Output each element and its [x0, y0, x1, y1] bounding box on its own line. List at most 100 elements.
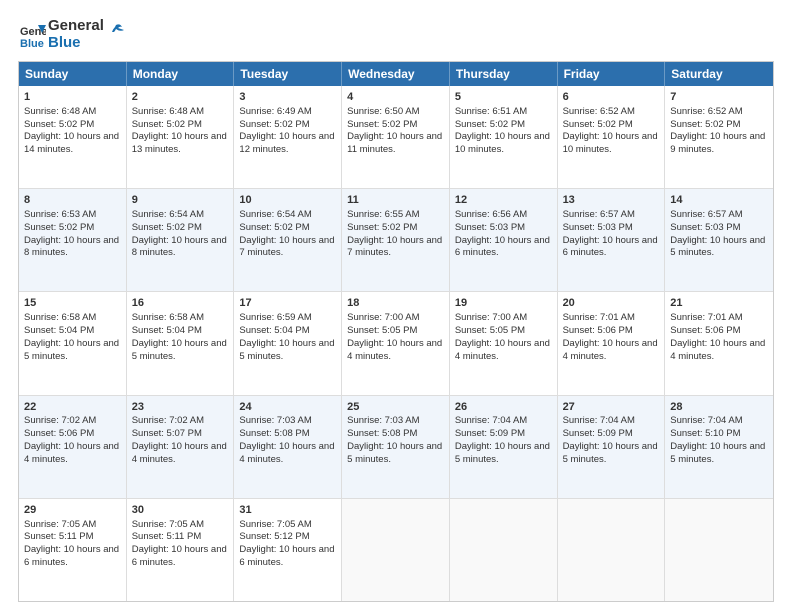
day-info: Sunset: 5:05 PM — [455, 325, 552, 338]
day-info: Sunrise: 7:02 AM — [24, 415, 121, 428]
calendar-cell: 10Sunrise: 6:54 AMSunset: 5:02 PMDayligh… — [234, 189, 342, 291]
day-number: 28 — [670, 400, 768, 415]
day-number: 15 — [24, 296, 121, 311]
calendar-cell: 19Sunrise: 7:00 AMSunset: 5:05 PMDayligh… — [450, 292, 558, 394]
calendar-cell: 20Sunrise: 7:01 AMSunset: 5:06 PMDayligh… — [558, 292, 666, 394]
day-info: Sunset: 5:02 PM — [132, 222, 229, 235]
day-number: 13 — [563, 193, 660, 208]
day-info: Daylight: 10 hours and 6 minutes. — [563, 235, 660, 261]
calendar-cell: 30Sunrise: 7:05 AMSunset: 5:11 PMDayligh… — [127, 499, 235, 601]
day-info: Sunset: 5:08 PM — [347, 428, 444, 441]
day-info: Sunrise: 6:54 AM — [132, 209, 229, 222]
day-info: Daylight: 10 hours and 5 minutes. — [132, 338, 229, 364]
header-day-sunday: Sunday — [19, 62, 127, 86]
day-info: Sunset: 5:03 PM — [455, 222, 552, 235]
day-info: Sunset: 5:05 PM — [347, 325, 444, 338]
calendar-cell: 11Sunrise: 6:55 AMSunset: 5:02 PMDayligh… — [342, 189, 450, 291]
day-number: 5 — [455, 90, 552, 105]
day-info: Sunrise: 6:58 AM — [24, 312, 121, 325]
day-info: Sunset: 5:08 PM — [239, 428, 336, 441]
day-info: Sunrise: 7:01 AM — [563, 312, 660, 325]
calendar-row-2: 8Sunrise: 6:53 AMSunset: 5:02 PMDaylight… — [19, 189, 773, 292]
day-info: Sunset: 5:02 PM — [239, 119, 336, 132]
day-info: Sunrise: 6:57 AM — [670, 209, 768, 222]
header-day-saturday: Saturday — [665, 62, 773, 86]
day-info: Daylight: 10 hours and 6 minutes. — [239, 544, 336, 570]
day-info: Sunrise: 6:57 AM — [563, 209, 660, 222]
day-number: 12 — [455, 193, 552, 208]
day-info: Sunset: 5:02 PM — [239, 222, 336, 235]
day-number: 26 — [455, 400, 552, 415]
day-info: Sunset: 5:11 PM — [24, 531, 121, 544]
calendar-body: 1Sunrise: 6:48 AMSunset: 5:02 PMDaylight… — [19, 86, 773, 601]
calendar-cell: 9Sunrise: 6:54 AMSunset: 5:02 PMDaylight… — [127, 189, 235, 291]
day-number: 4 — [347, 90, 444, 105]
calendar-cell: 17Sunrise: 6:59 AMSunset: 5:04 PMDayligh… — [234, 292, 342, 394]
calendar-cell: 16Sunrise: 6:58 AMSunset: 5:04 PMDayligh… — [127, 292, 235, 394]
day-number: 20 — [563, 296, 660, 311]
day-info: Sunrise: 7:00 AM — [455, 312, 552, 325]
day-info: Sunset: 5:06 PM — [24, 428, 121, 441]
day-number: 23 — [132, 400, 229, 415]
day-info: Daylight: 10 hours and 11 minutes. — [347, 131, 444, 157]
calendar-cell: 4Sunrise: 6:50 AMSunset: 5:02 PMDaylight… — [342, 86, 450, 188]
calendar-cell: 21Sunrise: 7:01 AMSunset: 5:06 PMDayligh… — [665, 292, 773, 394]
calendar-cell — [450, 499, 558, 601]
day-info: Daylight: 10 hours and 6 minutes. — [24, 544, 121, 570]
day-info: Sunrise: 6:59 AM — [239, 312, 336, 325]
day-info: Sunset: 5:11 PM — [132, 531, 229, 544]
day-info: Daylight: 10 hours and 5 minutes. — [563, 441, 660, 467]
day-info: Sunset: 5:10 PM — [670, 428, 768, 441]
calendar-cell: 25Sunrise: 7:03 AMSunset: 5:08 PMDayligh… — [342, 396, 450, 498]
logo-blue: Blue — [48, 35, 104, 52]
calendar-cell — [342, 499, 450, 601]
day-info: Sunrise: 6:54 AM — [239, 209, 336, 222]
day-info: Sunrise: 6:52 AM — [563, 106, 660, 119]
day-info: Sunrise: 6:48 AM — [132, 106, 229, 119]
day-number: 30 — [132, 503, 229, 518]
day-info: Sunset: 5:03 PM — [670, 222, 768, 235]
logo-bird-icon — [106, 22, 124, 40]
day-number: 17 — [239, 296, 336, 311]
day-info: Daylight: 10 hours and 4 minutes. — [132, 441, 229, 467]
day-info: Daylight: 10 hours and 7 minutes. — [347, 235, 444, 261]
day-number: 18 — [347, 296, 444, 311]
day-info: Sunset: 5:04 PM — [24, 325, 121, 338]
calendar-cell: 3Sunrise: 6:49 AMSunset: 5:02 PMDaylight… — [234, 86, 342, 188]
calendar-cell: 15Sunrise: 6:58 AMSunset: 5:04 PMDayligh… — [19, 292, 127, 394]
calendar-cell: 24Sunrise: 7:03 AMSunset: 5:08 PMDayligh… — [234, 396, 342, 498]
day-info: Sunrise: 6:56 AM — [455, 209, 552, 222]
calendar-cell: 6Sunrise: 6:52 AMSunset: 5:02 PMDaylight… — [558, 86, 666, 188]
calendar-cell: 1Sunrise: 6:48 AMSunset: 5:02 PMDaylight… — [19, 86, 127, 188]
day-info: Sunrise: 7:03 AM — [347, 415, 444, 428]
calendar-cell: 7Sunrise: 6:52 AMSunset: 5:02 PMDaylight… — [665, 86, 773, 188]
day-info: Sunrise: 6:58 AM — [132, 312, 229, 325]
day-info: Sunrise: 6:53 AM — [24, 209, 121, 222]
logo-general: General — [48, 18, 104, 35]
day-info: Sunrise: 7:02 AM — [132, 415, 229, 428]
day-info: Daylight: 10 hours and 4 minutes. — [563, 338, 660, 364]
day-number: 3 — [239, 90, 336, 105]
header-day-thursday: Thursday — [450, 62, 558, 86]
day-info: Sunset: 5:02 PM — [347, 119, 444, 132]
day-info: Daylight: 10 hours and 5 minutes. — [670, 441, 768, 467]
day-info: Sunset: 5:02 PM — [670, 119, 768, 132]
calendar-cell: 22Sunrise: 7:02 AMSunset: 5:06 PMDayligh… — [19, 396, 127, 498]
calendar-cell: 2Sunrise: 6:48 AMSunset: 5:02 PMDaylight… — [127, 86, 235, 188]
day-info: Sunset: 5:07 PM — [132, 428, 229, 441]
calendar-cell: 28Sunrise: 7:04 AMSunset: 5:10 PMDayligh… — [665, 396, 773, 498]
calendar-cell: 14Sunrise: 6:57 AMSunset: 5:03 PMDayligh… — [665, 189, 773, 291]
day-info: Sunset: 5:03 PM — [563, 222, 660, 235]
calendar-cell — [558, 499, 666, 601]
calendar-cell: 23Sunrise: 7:02 AMSunset: 5:07 PMDayligh… — [127, 396, 235, 498]
day-info: Sunrise: 7:04 AM — [670, 415, 768, 428]
day-info: Sunrise: 7:05 AM — [239, 519, 336, 532]
day-info: Daylight: 10 hours and 6 minutes. — [455, 235, 552, 261]
day-number: 21 — [670, 296, 768, 311]
calendar-cell: 27Sunrise: 7:04 AMSunset: 5:09 PMDayligh… — [558, 396, 666, 498]
calendar-row-3: 15Sunrise: 6:58 AMSunset: 5:04 PMDayligh… — [19, 292, 773, 395]
day-info: Sunrise: 7:01 AM — [670, 312, 768, 325]
page: General Blue General Blue SundayMondayTu… — [0, 0, 792, 612]
day-info: Sunset: 5:02 PM — [132, 119, 229, 132]
day-info: Daylight: 10 hours and 5 minutes. — [455, 441, 552, 467]
